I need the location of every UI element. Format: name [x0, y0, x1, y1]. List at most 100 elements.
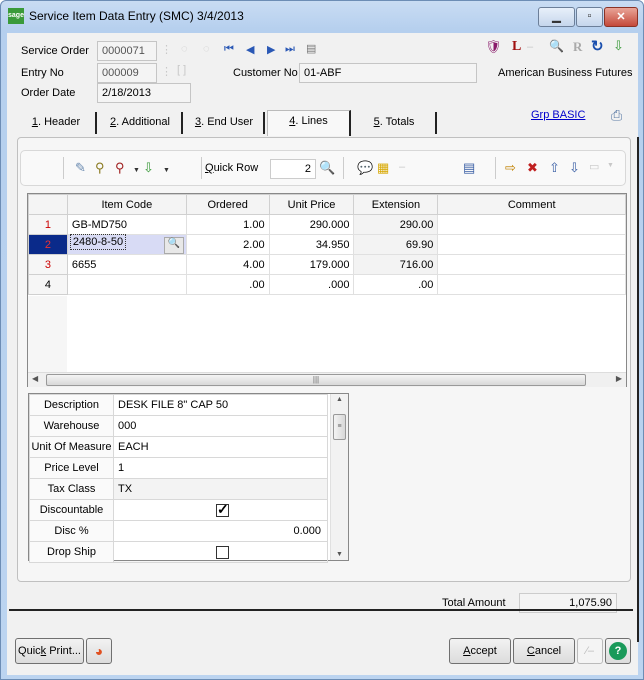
quick-print-label-post: Print...	[46, 645, 81, 657]
grp-basic-link[interactable]: Grp BASIC	[531, 109, 585, 121]
ordered-cell[interactable]: 2.00	[185, 234, 270, 255]
help-button[interactable]: ?	[605, 638, 631, 664]
service-order-field[interactable]: 0000071	[97, 41, 157, 61]
order-date-field[interactable]: 2/18/2013	[97, 83, 191, 103]
scroll-left-icon[interactable]: ◀	[32, 374, 38, 383]
item-lookup-icon[interactable]: 🔍	[163, 236, 184, 254]
accept-button[interactable]: Accept	[449, 638, 511, 664]
row-number[interactable]: 2	[28, 234, 68, 255]
dropdown-arrow-icon[interactable]: ▼	[133, 163, 140, 179]
import-dropdown-icon[interactable]: ▼	[163, 163, 170, 179]
column-header-ordered[interactable]: Ordered	[185, 194, 270, 215]
notepad-icon[interactable]: ▤	[306, 42, 316, 55]
last-record-icon[interactable]: ⏭	[285, 43, 295, 56]
customer-no-field[interactable]: 01-ABF	[299, 63, 477, 83]
comment-cell[interactable]	[437, 214, 626, 235]
print-setup-icon[interactable]: ⎙	[611, 107, 622, 124]
item-code-cell[interactable]: GB-MD750	[66, 214, 187, 235]
l-icon[interactable]: L	[512, 39, 521, 55]
comment-cell[interactable]	[437, 234, 626, 255]
ordered-cell[interactable]: .00	[185, 274, 270, 295]
comment-cell[interactable]	[437, 274, 626, 295]
unit-price-cell[interactable]: .000	[268, 274, 355, 295]
maximize-button[interactable]: ▫	[576, 7, 603, 27]
refresh-icon[interactable]: ↻	[591, 37, 604, 55]
insert-line-icon[interactable]: ⇨	[505, 160, 516, 176]
tab-header[interactable]: 1. Header	[17, 112, 97, 134]
table-row[interactable]: 1 GB-MD750 1.00 290.000 290.00	[28, 214, 626, 235]
entry-no-field[interactable]: 000009	[97, 63, 157, 83]
total-amount-label: Total Amount	[442, 597, 506, 609]
property-label: Disc %	[29, 520, 114, 542]
vertical-scrollbar[interactable]: ▲ ≡ ▼	[330, 394, 348, 560]
binoculars-icon[interactable]: ⚲	[95, 160, 105, 176]
move-line-down-icon[interactable]: ⇩	[569, 160, 580, 176]
comment-icon[interactable]: 💬	[357, 160, 373, 176]
description-value[interactable]: DESK FILE 8" CAP 50	[113, 394, 328, 416]
discountable-cell	[113, 499, 328, 521]
property-label: Drop Ship	[29, 541, 114, 563]
row-number[interactable]: 3	[28, 254, 68, 275]
table-row[interactable]: 2 2480-8-50 🔍 2.00 34.950 69.90	[28, 233, 626, 255]
quick-row-label: Quick Row	[205, 162, 258, 174]
ordered-cell[interactable]: 1.00	[185, 214, 270, 235]
minimize-icon: ▁	[552, 11, 561, 23]
quick-row-lookup-icon[interactable]: 🔍	[319, 160, 335, 176]
move-line-up-icon[interactable]: ⇧	[549, 160, 560, 176]
ordered-cell[interactable]: 4.00	[185, 254, 270, 275]
quick-row-input[interactable]: 2	[270, 159, 316, 179]
scroll-thumb[interactable]: |||	[46, 374, 586, 386]
inquiry-icon[interactable]: 🔍	[549, 39, 564, 53]
row-number[interactable]: 4	[28, 274, 68, 295]
customer-shield-icon[interactable]: 🛡	[485, 39, 502, 55]
item-code-cell[interactable]	[66, 274, 187, 295]
delete-line-icon[interactable]: ✖	[527, 160, 538, 176]
column-header-unit-price[interactable]: Unit Price	[268, 194, 355, 215]
grid-icon[interactable]: ▦	[377, 160, 389, 176]
cancel-button[interactable]: Cancel	[513, 638, 575, 664]
row-number[interactable]: 1	[28, 214, 68, 235]
quick-print-button[interactable]: Quick Print...	[15, 638, 84, 664]
first-record-icon[interactable]: ⏮	[224, 43, 234, 56]
warehouse-value[interactable]: 000	[113, 415, 328, 437]
item-code-cell[interactable]: 6655	[66, 254, 187, 275]
scroll-down-icon[interactable]: ▼	[336, 551, 343, 558]
table-row[interactable]: 4 .00 .000 .00	[28, 274, 626, 295]
column-header-extension[interactable]: Extension	[353, 194, 439, 215]
column-header-item-code[interactable]: Item Code	[66, 194, 187, 215]
discountable-checkbox[interactable]	[216, 501, 229, 518]
scroll-thumb[interactable]: ≡	[333, 414, 346, 440]
tab-lines[interactable]: 4. Lines	[267, 110, 351, 136]
tab-additional[interactable]: 2. Additional	[99, 112, 183, 134]
tab-totals[interactable]: 5. Totals	[353, 112, 437, 134]
unit-of-measure-value[interactable]: EACH	[113, 436, 328, 458]
document-icon[interactable]: ▤	[463, 160, 475, 176]
scroll-right-icon[interactable]: ▶	[616, 374, 622, 383]
drop-ship-checkbox[interactable]	[216, 545, 229, 559]
item-code-edit-input[interactable]: 2480-8-50	[69, 233, 127, 250]
comment-cell[interactable]	[437, 254, 626, 275]
unit-price-cell[interactable]: 290.000	[268, 214, 355, 235]
line-properties-grid: Description DESK FILE 8" CAP 50 Warehouse…	[28, 393, 349, 563]
close-button[interactable]: ✕	[604, 7, 638, 27]
column-header-comment[interactable]: Comment	[437, 194, 626, 215]
scroll-up-icon[interactable]: ▲	[336, 396, 343, 403]
table-row[interactable]: 3 6655 4.00 179.000 716.00	[28, 254, 626, 275]
binoculars-red-icon[interactable]: ⚲	[115, 160, 125, 176]
tab-end-user[interactable]: 3. End User	[185, 112, 265, 134]
wand-icon[interactable]: ✎	[75, 160, 86, 176]
import-icon[interactable]: ⇩	[613, 38, 624, 54]
disc-percent-value[interactable]: 0.000	[113, 520, 328, 542]
unit-price-cell[interactable]: 179.000	[268, 254, 355, 275]
item-code-cell[interactable]: 2480-8-50 🔍	[66, 233, 187, 255]
r-icon[interactable]: R	[573, 39, 582, 55]
previous-record-icon[interactable]: ◀	[246, 43, 254, 56]
horizontal-scrollbar[interactable]: ◀ ||| ▶	[28, 372, 626, 387]
windows-button[interactable]: ◕	[86, 638, 112, 664]
import-lines-icon[interactable]: ⇩	[143, 160, 154, 176]
next-record-icon[interactable]: ▶	[267, 43, 275, 56]
tax-class-value[interactable]: TX	[113, 478, 328, 500]
minimize-button[interactable]: ▁	[538, 7, 575, 27]
price-level-value[interactable]: 1	[113, 457, 328, 479]
unit-price-cell[interactable]: 34.950	[268, 234, 355, 255]
